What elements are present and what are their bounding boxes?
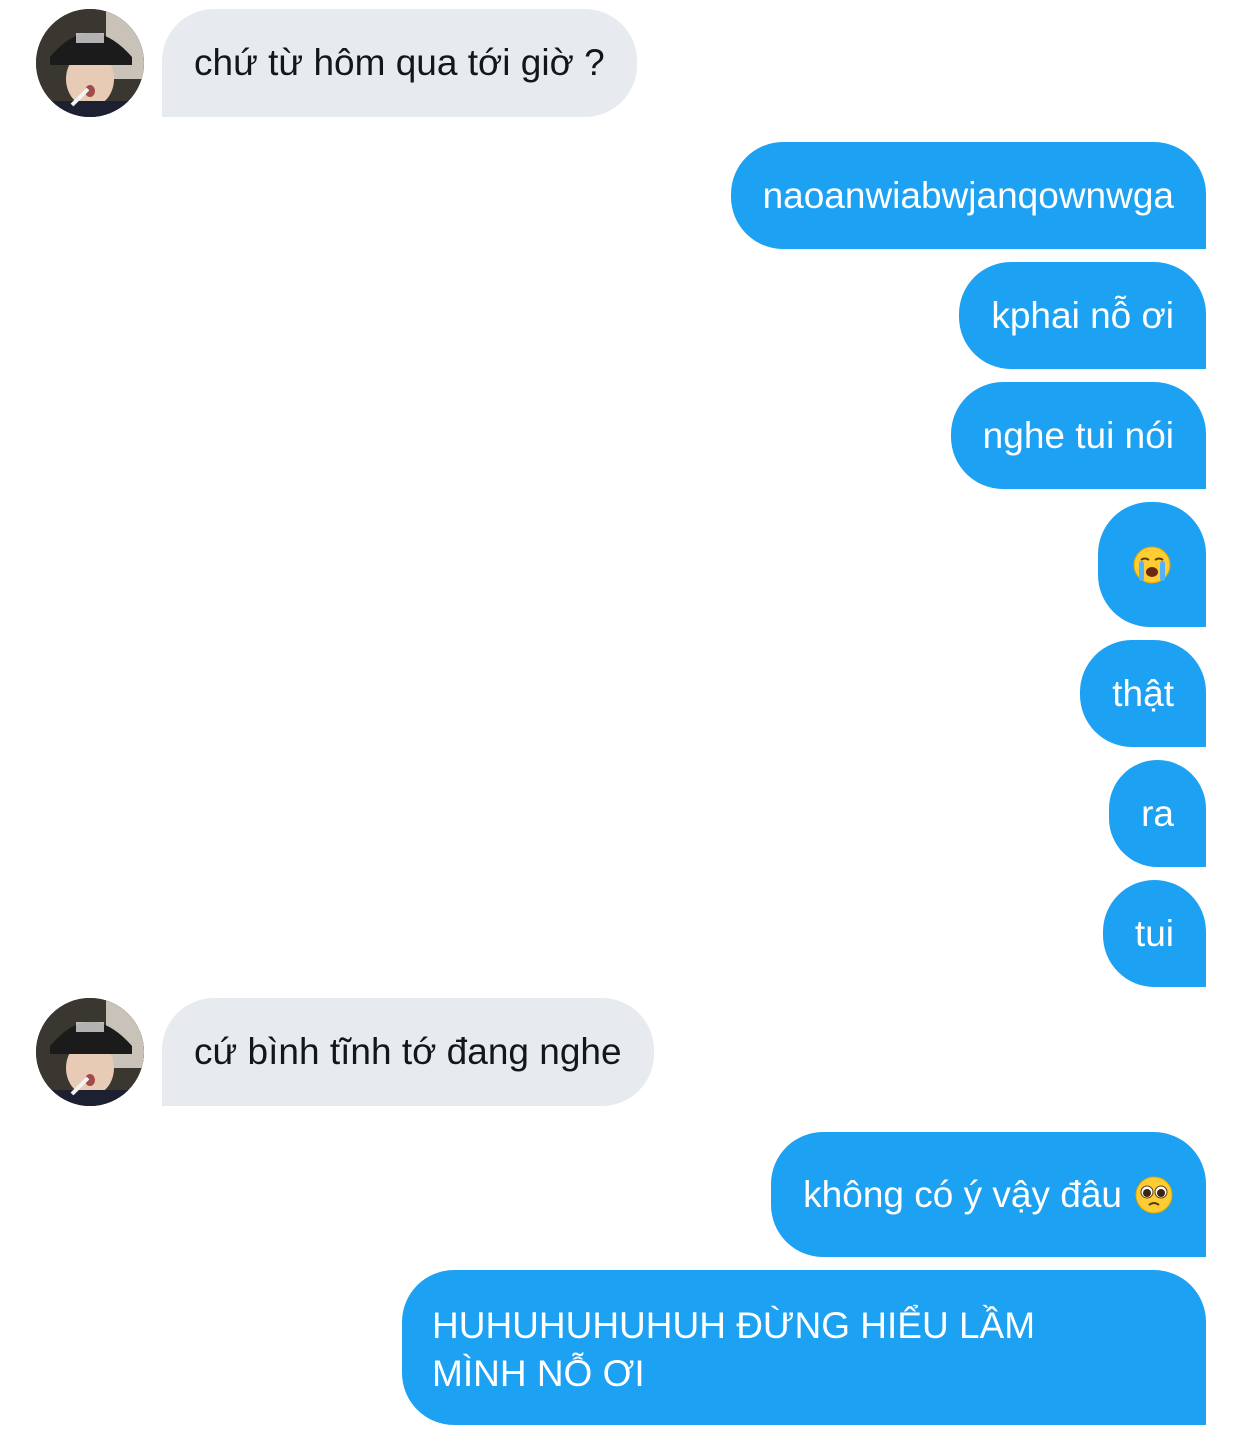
message-bubble-outgoing[interactable]: tui (1102, 880, 1206, 987)
loudly-crying-face-icon (1133, 546, 1171, 583)
message-bubble-outgoing[interactable]: nghe tui nói (950, 382, 1206, 489)
message-bubble-outgoing[interactable]: thật (1080, 640, 1206, 747)
message-text: ra (1141, 792, 1174, 834)
message-bubble-outgoing[interactable]: HUHUHUHUHUH ĐỪNG HIỂU LẦM MÌNH NỖ ƠI (402, 1270, 1206, 1425)
message-text: chứ từ hôm qua tới giờ ? (194, 42, 605, 83)
avatar-image (36, 9, 144, 117)
pleading-face-icon (1135, 1176, 1173, 1213)
contact-avatar[interactable] (36, 9, 144, 117)
contact-avatar[interactable] (36, 998, 144, 1106)
message-thread[interactable]: chứ từ hôm qua tới giờ ? naoanwiabwjanqo… (0, 0, 1242, 1433)
message-text: HUHUHUHUHUH ĐỪNG HIỂU LẦM MÌNH NỖ ƠI (432, 1305, 1036, 1394)
message-bubble-outgoing[interactable] (1098, 502, 1206, 627)
message-bubble-outgoing[interactable]: naoanwiabwjanqownwga (730, 142, 1206, 249)
message-text: naoanwiabwjanqownwga (762, 174, 1174, 216)
avatar-image (36, 998, 144, 1106)
message-text: tui (1134, 912, 1174, 954)
message-text: nghe tui nói (982, 414, 1174, 456)
message-bubble-outgoing[interactable]: không có ý vậy đâu (771, 1132, 1206, 1257)
message-bubble-incoming[interactable]: cứ bình tĩnh tớ đang nghe (162, 998, 654, 1106)
message-text: kphai nỗ ơi (991, 294, 1174, 336)
message-bubble-incoming[interactable]: chứ từ hôm qua tới giờ ? (162, 9, 637, 117)
message-text: cứ bình tĩnh tớ đang nghe (194, 1031, 622, 1072)
message-bubble-outgoing[interactable]: kphai nỗ ơi (959, 262, 1206, 369)
message-text: thật (1112, 672, 1174, 714)
message-bubble-outgoing[interactable]: ra (1109, 760, 1206, 867)
message-text: không có ý vậy đâu (803, 1173, 1122, 1215)
